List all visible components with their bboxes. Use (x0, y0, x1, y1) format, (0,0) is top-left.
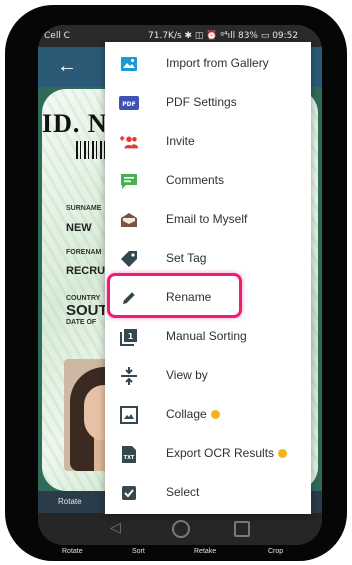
menu-item-pdf-settings[interactable]: PDF PDF Settings (105, 83, 311, 122)
comment-icon (119, 171, 139, 191)
menu-item-email-to-myself[interactable]: Email to Myself (105, 200, 311, 239)
add-people-icon (119, 132, 139, 152)
svg-text:PDF: PDF (122, 101, 135, 108)
menu-item-comments[interactable]: Comments (105, 161, 311, 200)
pdf-icon: PDF (119, 93, 139, 113)
svg-text:1: 1 (128, 332, 134, 341)
rename-highlight-annotation (107, 273, 242, 318)
reflection-label: Rotate (62, 548, 83, 555)
menu-item-label: Collage (166, 395, 220, 434)
menu-item-manual-sorting[interactable]: 1 Manual Sorting (105, 317, 311, 356)
carrier-label: Cell C (44, 31, 70, 41)
menu-item-label: View by (166, 368, 208, 382)
email-icon (119, 210, 139, 230)
nav-back-icon[interactable]: ◁ (110, 519, 121, 536)
menu-item-text: Collage (166, 407, 207, 421)
menu-item-label: Manual Sorting (166, 329, 247, 343)
menu-item-collage[interactable]: Collage (105, 395, 311, 434)
menu-item-label: PDF Settings (166, 95, 237, 109)
rotate-button[interactable]: Rotate (58, 497, 82, 506)
card-surname-label: SURNAME (66, 205, 102, 212)
arrow-left-icon[interactable]: ← (52, 51, 82, 81)
reflection-label: Crop (268, 548, 284, 555)
checkbox-icon (119, 483, 139, 503)
menu-item-label: Import from Gallery (166, 56, 269, 70)
card-title: ID. N (42, 109, 108, 138)
menu-item-export-ocr-results[interactable]: TXT Export OCR Results (105, 434, 311, 473)
menu-item-view-by[interactable]: View by (105, 356, 311, 395)
card-forenames-value: RECRU (66, 265, 106, 277)
card-surname-value: NEW (66, 222, 92, 234)
tag-icon (119, 249, 139, 269)
card-country-value: SOUT (66, 302, 108, 319)
screen-reflection: Rotate Sort Retake Crop (36, 548, 316, 560)
menu-item-invite[interactable]: Invite (105, 122, 311, 161)
menu-item-label: Invite (166, 134, 195, 148)
reflection-label: Retake (194, 548, 217, 555)
premium-badge-icon (278, 449, 288, 458)
nav-recent-icon[interactable] (234, 521, 250, 537)
nav-home-icon[interactable] (172, 520, 190, 538)
reflection-label: Sort (132, 548, 145, 555)
view-by-icon (119, 366, 139, 386)
menu-item-select[interactable]: Select (105, 473, 311, 512)
card-dob-label: DATE OF (66, 319, 97, 326)
card-forenames-label: FORENAM (66, 249, 102, 256)
svg-text:TXT: TXT (124, 455, 135, 461)
collage-icon (119, 405, 139, 425)
gallery-icon (119, 54, 139, 74)
menu-item-import-from-gallery[interactable]: Import from Gallery (105, 44, 311, 83)
premium-badge-icon (210, 410, 220, 419)
menu-item-label: Comments (166, 173, 225, 187)
sort-icon: 1 (119, 327, 139, 347)
menu-item-label: Select (166, 485, 200, 499)
menu-item-label: Export OCR Results (166, 434, 288, 473)
txt-file-icon: TXT (119, 444, 139, 464)
android-nav-bar: ◁ (38, 513, 322, 545)
card-country-label: COUNTRY (66, 295, 101, 302)
menu-item-label: Email to Myself (166, 212, 248, 226)
menu-item-text: Export OCR Results (166, 446, 275, 460)
